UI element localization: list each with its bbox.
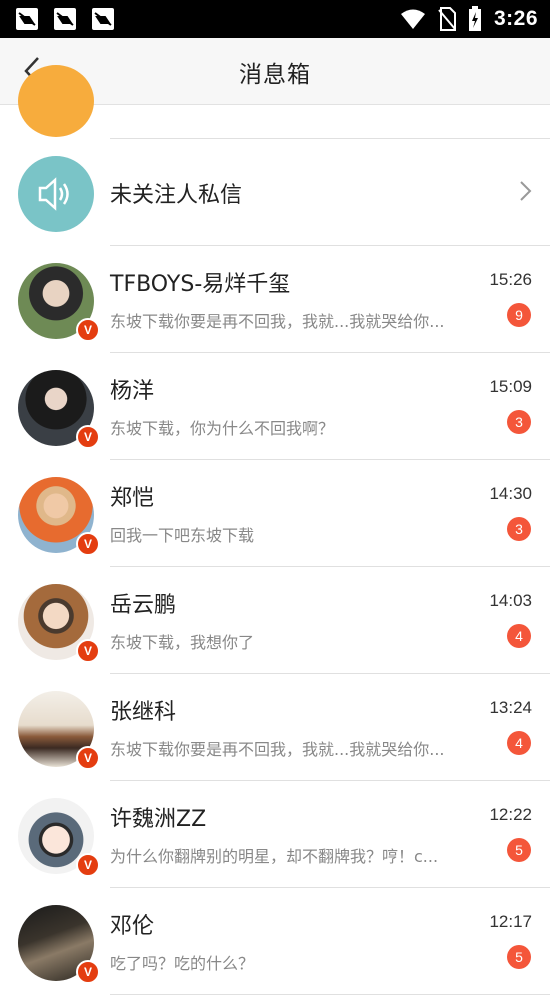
conversation-item[interactable]: V 杨洋 15:09 东坡下载，你为什么不回我啊？ 3 bbox=[18, 353, 550, 460]
conversation-item[interactable]: V 郑恺 14:30 回我一下吧东坡下载 3 bbox=[18, 460, 550, 567]
contact-name: 邓伦 bbox=[110, 914, 155, 939]
unread-count-badge: 5 bbox=[507, 838, 531, 862]
verified-badge: V bbox=[76, 318, 100, 342]
chevron-right-icon bbox=[520, 181, 532, 201]
stranger-messages-label: 未关注人私信 bbox=[110, 183, 243, 208]
speaker-icon bbox=[38, 177, 69, 211]
message-preview: 为什么你翻牌别的明星，却不翻牌我？哼！c... bbox=[110, 847, 439, 866]
unread-count-badge: 3 bbox=[507, 517, 531, 541]
message-preview: 回我一下吧东坡下载 bbox=[110, 526, 255, 545]
message-time: 15:09 bbox=[489, 377, 532, 396]
message-list[interactable]: 未关注人私信 V TFBOYS-易烊千玺 15:26 东坡下载你要是再不回我，我… bbox=[0, 65, 550, 995]
wifi-icon bbox=[400, 9, 425, 29]
message-preview: 吃了吗？吃的什么？ bbox=[110, 954, 255, 973]
notification-icon bbox=[92, 8, 114, 30]
unread-count-badge: 4 bbox=[507, 624, 531, 648]
conversation-item[interactable]: V 邓伦 12:17 吃了吗？吃的什么？ 5 bbox=[18, 888, 550, 995]
verified-badge: V bbox=[76, 532, 100, 556]
notification-icons bbox=[16, 8, 114, 30]
contact-name: 郑恺 bbox=[110, 486, 155, 511]
avatar bbox=[18, 156, 94, 232]
conversation-item[interactable]: V 岳云鹏 14:03 东坡下载，我想你了 4 bbox=[18, 567, 550, 674]
message-time: 14:30 bbox=[489, 484, 532, 503]
message-preview: 东坡下载，我想你了 bbox=[110, 633, 255, 652]
conversation-item[interactable]: V 张继科 13:24 东坡下载你要是再不回我，我就...我就哭给你... 4 bbox=[18, 674, 550, 781]
contact-name: 许魏洲ZZ bbox=[110, 807, 207, 832]
clock: 3:26 bbox=[493, 7, 538, 30]
message-time: 13:24 bbox=[489, 698, 532, 717]
contact-name: TFBOYS-易烊千玺 bbox=[110, 272, 291, 297]
notification-icon bbox=[54, 8, 76, 30]
verified-badge: V bbox=[76, 425, 100, 449]
message-time: 14:03 bbox=[489, 591, 532, 610]
avatar bbox=[18, 65, 94, 137]
verified-badge: V bbox=[76, 746, 100, 770]
notification-icon bbox=[16, 8, 38, 30]
verified-badge: V bbox=[76, 853, 100, 877]
verified-badge: V bbox=[76, 639, 100, 663]
unread-count-badge: 4 bbox=[507, 731, 531, 755]
message-time: 12:22 bbox=[489, 805, 532, 824]
message-time: 12:17 bbox=[489, 912, 532, 931]
contact-name: 岳云鹏 bbox=[110, 593, 177, 618]
message-preview: 东坡下载，你为什么不回我啊？ bbox=[110, 419, 335, 438]
unread-count-badge: 9 bbox=[507, 303, 531, 327]
stranger-messages-item[interactable]: 未关注人私信 bbox=[18, 139, 550, 246]
status-bar: 3:26 bbox=[0, 0, 550, 38]
battery-charging-icon bbox=[468, 6, 481, 31]
unread-count-badge: 3 bbox=[507, 410, 531, 434]
verified-badge: V bbox=[76, 960, 100, 984]
contact-name: 张继科 bbox=[110, 700, 177, 725]
contact-name: 杨洋 bbox=[110, 379, 155, 404]
list-item[interactable] bbox=[18, 65, 550, 139]
message-time: 15:26 bbox=[489, 270, 532, 289]
no-sim-icon bbox=[438, 7, 456, 31]
message-preview: 东坡下载你要是再不回我，我就...我就哭给你... bbox=[110, 312, 445, 331]
message-preview: 东坡下载你要是再不回我，我就...我就哭给你... bbox=[110, 740, 445, 759]
conversation-item[interactable]: V 许魏洲ZZ 12:22 为什么你翻牌别的明星，却不翻牌我？哼！c... 5 bbox=[18, 781, 550, 888]
unread-count-badge: 5 bbox=[507, 945, 531, 969]
conversation-item[interactable]: V TFBOYS-易烊千玺 15:26 东坡下载你要是再不回我，我就...我就哭… bbox=[18, 246, 550, 353]
